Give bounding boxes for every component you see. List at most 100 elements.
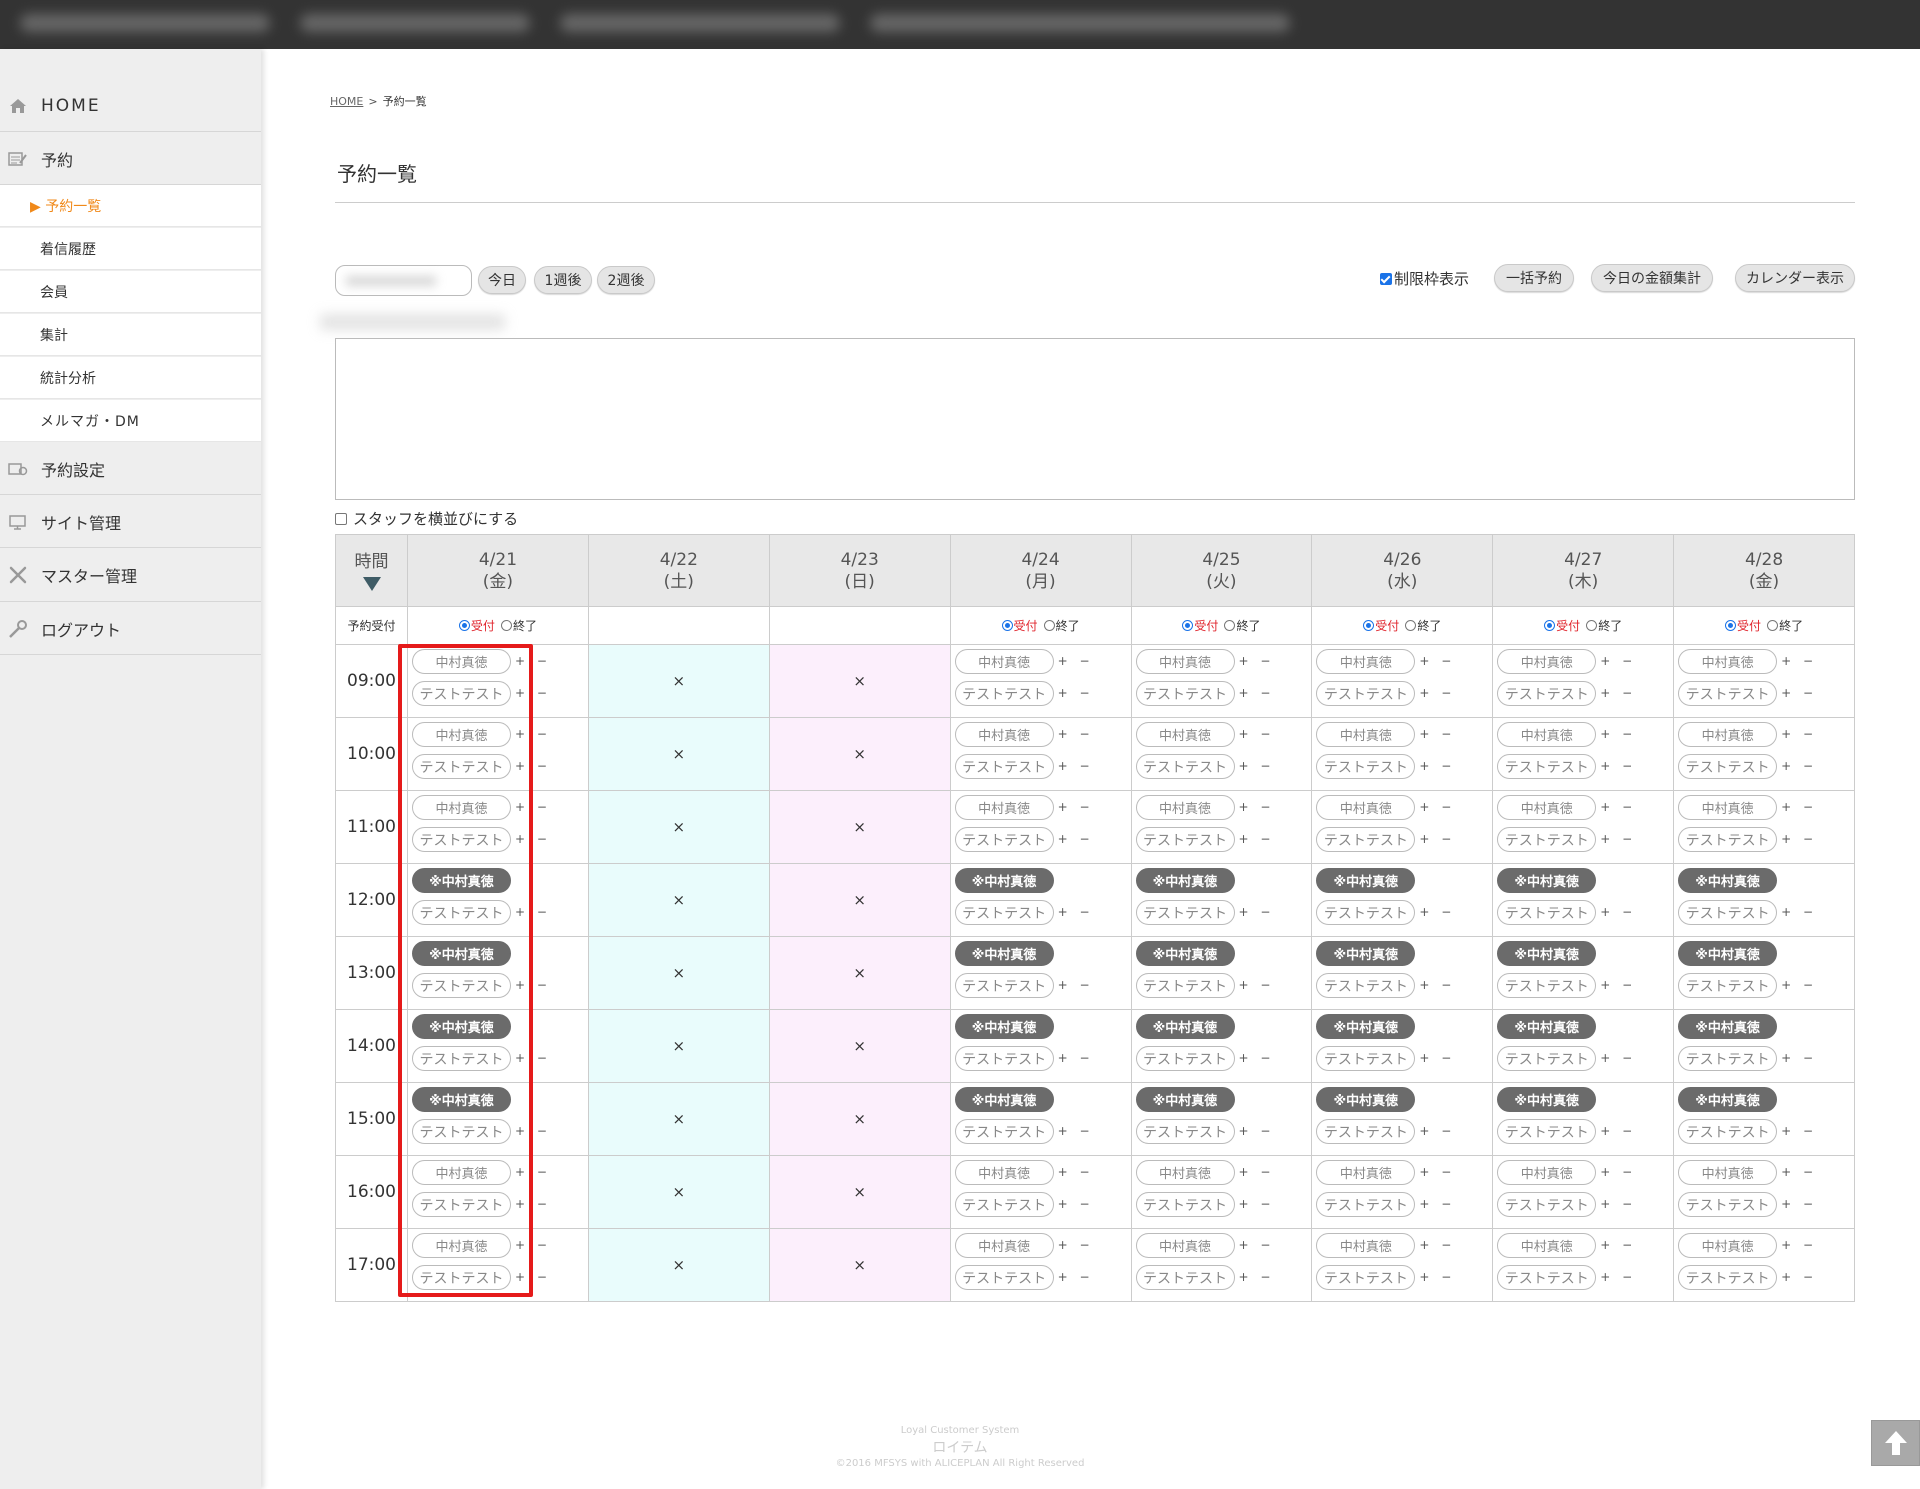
plus-minus-controls[interactable]: + − <box>1239 1238 1275 1252</box>
sidebar-subitem-statistics[interactable]: 統計分析 <box>0 357 261 399</box>
staff-chip[interactable]: テストテスト <box>1316 1046 1416 1071</box>
staff-chip[interactable]: テストテスト <box>1497 1119 1597 1144</box>
plus-minus-controls[interactable]: + − <box>1058 1238 1094 1252</box>
staff-chip[interactable]: テストテスト <box>1678 900 1778 925</box>
plus-minus-controls[interactable]: + − <box>1600 1051 1636 1065</box>
staff-chip[interactable]: 中村真徳 <box>954 1160 1054 1185</box>
staff-chip[interactable]: 中村真徳 <box>1678 795 1778 820</box>
staff-chip[interactable]: テストテスト <box>1316 900 1416 925</box>
plus-minus-controls[interactable]: + − <box>1239 654 1275 668</box>
plus-minus-controls[interactable]: + − <box>1600 1197 1636 1211</box>
staff-chip[interactable]: テストテスト <box>1135 1265 1235 1290</box>
reception-closed-radio[interactable]: 終了 <box>1043 617 1080 634</box>
staff-chip[interactable]: テストテスト <box>1497 973 1597 998</box>
reception-open-radio[interactable]: 受付 <box>1544 617 1580 634</box>
staff-chip[interactable]: テストテスト <box>1678 1265 1778 1290</box>
plus-minus-controls[interactable]: + − <box>1781 832 1817 846</box>
staff-chip[interactable]: テストテスト <box>1678 1046 1778 1071</box>
staff-chip[interactable]: テストテスト <box>1135 754 1235 779</box>
plus-minus-controls[interactable]: + − <box>1058 978 1094 992</box>
staff-chip[interactable]: テストテスト <box>954 1192 1054 1217</box>
staff-chip[interactable]: 中村真徳 <box>1135 722 1235 747</box>
staff-booked-chip[interactable]: ※中村真徳 <box>954 941 1054 966</box>
plus-minus-controls[interactable]: + − <box>1239 1051 1275 1065</box>
plus-minus-controls[interactable]: + − <box>1600 654 1636 668</box>
plus-minus-controls[interactable]: + − <box>1419 654 1455 668</box>
sidebar-item-yoyaku-settings[interactable]: 予約設定 <box>0 443 261 495</box>
plus-minus-controls[interactable]: + − <box>1419 1197 1455 1211</box>
one-week-later-button[interactable]: 1週後 <box>534 266 592 294</box>
plus-minus-controls[interactable]: + − <box>1058 1270 1094 1284</box>
staff-chip[interactable]: テストテスト <box>1678 754 1778 779</box>
staff-chip[interactable]: テストテスト <box>1135 900 1235 925</box>
staff-chip[interactable]: テストテスト <box>954 1046 1054 1071</box>
staff-chip[interactable]: 中村真徳 <box>954 795 1054 820</box>
staff-booked-chip[interactable]: ※中村真徳 <box>1678 941 1778 966</box>
today-total-button[interactable]: 今日の金額集計 <box>1591 264 1713 292</box>
plus-minus-controls[interactable]: + − <box>1781 1051 1817 1065</box>
staff-chip[interactable]: 中村真徳 <box>1316 722 1416 747</box>
plus-minus-controls[interactable]: + − <box>1600 759 1636 773</box>
reception-open-radio[interactable]: 受付 <box>1001 617 1038 634</box>
staff-chip[interactable]: テストテスト <box>954 681 1054 706</box>
plus-minus-controls[interactable]: + − <box>1058 727 1094 741</box>
staff-chip[interactable]: テストテスト <box>1135 1046 1235 1071</box>
staff-chip[interactable]: 中村真徳 <box>1678 649 1778 674</box>
staff-chip[interactable]: テストテスト <box>1316 973 1416 998</box>
staff-chip[interactable]: テストテスト <box>1497 1192 1597 1217</box>
staff-booked-chip[interactable]: ※中村真徳 <box>1678 1014 1778 1039</box>
staff-chip[interactable]: テストテスト <box>1678 681 1778 706</box>
plus-minus-controls[interactable]: + − <box>1058 759 1094 773</box>
plus-minus-controls[interactable]: + − <box>1058 1051 1094 1065</box>
plus-minus-controls[interactable]: + − <box>1419 1270 1455 1284</box>
plus-minus-controls[interactable]: + − <box>1781 727 1817 741</box>
staff-booked-chip[interactable]: ※中村真徳 <box>1316 1014 1416 1039</box>
staff-booked-chip[interactable]: ※中村真徳 <box>954 1087 1054 1112</box>
reception-open-radio[interactable]: 受付 <box>1725 617 1761 634</box>
plus-minus-controls[interactable]: + − <box>1239 1270 1275 1284</box>
staff-chip[interactable]: テストテスト <box>1135 1119 1235 1144</box>
plus-minus-controls[interactable]: + − <box>1600 978 1636 992</box>
sidebar-subitem-members[interactable]: 会員 <box>0 271 261 313</box>
staff-chip[interactable]: 中村真徳 <box>954 1233 1054 1258</box>
staff-chip[interactable]: テストテスト <box>954 1265 1054 1290</box>
plus-minus-controls[interactable]: + − <box>1239 1124 1275 1138</box>
staff-booked-chip[interactable]: ※中村真徳 <box>1316 941 1416 966</box>
sidebar-item-site-admin[interactable]: サイト管理 <box>0 496 261 548</box>
sidebar-subitem-yoyaku-list[interactable]: ▶ 予約一覧 <box>0 185 261 227</box>
plus-minus-controls[interactable]: + − <box>1781 686 1817 700</box>
two-weeks-later-button[interactable]: 2週後 <box>597 266 655 294</box>
staff-chip[interactable]: 中村真徳 <box>1497 1233 1597 1258</box>
staff-chip[interactable]: 中村真徳 <box>1135 795 1235 820</box>
scroll-to-top-button[interactable] <box>1871 1420 1920 1466</box>
staff-chip[interactable]: テストテスト <box>1316 1192 1416 1217</box>
plus-minus-controls[interactable]: + − <box>1781 654 1817 668</box>
staff-chip[interactable]: テストテスト <box>954 754 1054 779</box>
staff-chip[interactable]: 中村真徳 <box>1135 649 1235 674</box>
plus-minus-controls[interactable]: + − <box>1600 1165 1636 1179</box>
reception-open-radio[interactable]: 受付 <box>458 617 495 634</box>
reception-closed-radio[interactable]: 終了 <box>1586 617 1622 634</box>
plus-minus-controls[interactable]: + − <box>1058 1197 1094 1211</box>
staff-chip[interactable]: テストテスト <box>954 827 1054 852</box>
staff-booked-chip[interactable]: ※中村真徳 <box>1497 1087 1597 1112</box>
plus-minus-controls[interactable]: + − <box>1058 654 1094 668</box>
plus-minus-controls[interactable]: + − <box>1058 905 1094 919</box>
plus-minus-controls[interactable]: + − <box>1419 1051 1455 1065</box>
staff-side-by-side-checkbox[interactable]: スタッフを横並びにする <box>335 508 518 529</box>
date-input[interactable] <box>335 265 472 296</box>
staff-chip[interactable]: テストテスト <box>1497 1265 1597 1290</box>
staff-chip[interactable]: 中村真徳 <box>1678 1160 1778 1185</box>
plus-minus-controls[interactable]: + − <box>1781 978 1817 992</box>
plus-minus-controls[interactable]: + − <box>1239 800 1275 814</box>
sidebar-subitem-summary[interactable]: 集計 <box>0 314 261 356</box>
staff-booked-chip[interactable]: ※中村真徳 <box>954 1014 1054 1039</box>
staff-chip[interactable]: 中村真徳 <box>1316 1160 1416 1185</box>
plus-minus-controls[interactable]: + − <box>1058 800 1094 814</box>
plus-minus-controls[interactable]: + − <box>1239 727 1275 741</box>
plus-minus-controls[interactable]: + − <box>1058 1165 1094 1179</box>
breadcrumb-home-link[interactable]: HOME <box>330 95 363 108</box>
staff-chip[interactable]: テストテスト <box>1678 827 1778 852</box>
staff-chip[interactable]: テストテスト <box>954 1119 1054 1144</box>
memo-textarea[interactable] <box>335 338 1855 500</box>
